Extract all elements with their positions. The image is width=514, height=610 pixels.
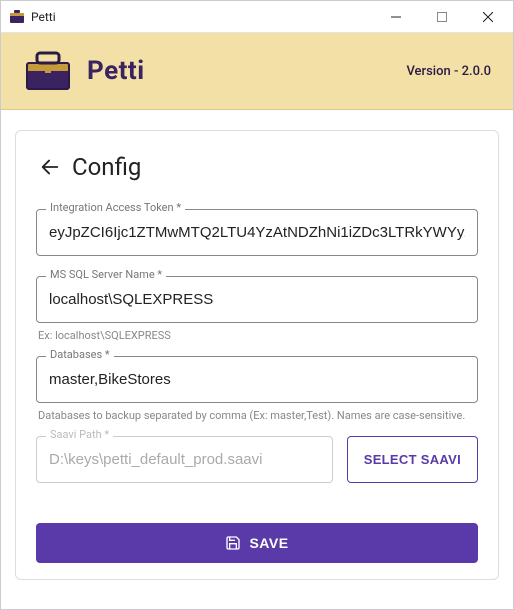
page-title: Config [72,153,141,181]
app-name: Petti [87,56,406,86]
config-panel: Config Integration Access Token * MS SQL… [15,130,499,580]
server-label: MS SQL Server Name * [46,268,166,281]
token-label: Integration Access Token * [46,201,185,214]
page-head: Config [36,153,478,181]
window-controls [373,2,511,32]
titlebar: Petti [1,1,513,33]
back-button[interactable] [36,153,64,181]
databases-field: Databases * [36,356,478,403]
app-icon [9,9,25,25]
saavi-input [36,436,333,483]
server-input[interactable] [36,276,478,323]
save-label: SAVE [249,535,288,551]
select-saavi-button[interactable]: SELECT SAAVI [347,436,478,483]
server-helper: Ex: localhost\SQLEXPRESS [38,329,476,342]
logo-icon [23,51,73,91]
databases-helper: Databases to backup separated by comma (… [38,409,476,422]
token-field: Integration Access Token * [36,209,478,256]
save-icon [225,535,241,551]
databases-input[interactable] [36,356,478,403]
token-input[interactable] [36,209,478,256]
minimize-button[interactable] [373,2,419,32]
server-field: MS SQL Server Name * [36,276,478,323]
save-button[interactable]: SAVE [36,523,478,563]
app-window: Petti Petti Version - 2.0.0 [0,0,514,610]
content-area: Config Integration Access Token * MS SQL… [1,110,513,609]
arrow-left-icon [39,156,61,178]
saavi-field: Saavi Path * [36,436,333,483]
app-header: Petti Version - 2.0.0 [1,33,513,110]
databases-label: Databases * [46,348,114,361]
maximize-button[interactable] [419,2,465,32]
saavi-label: Saavi Path * [46,428,113,441]
close-button[interactable] [465,2,511,32]
window-title: Petti [31,10,373,24]
saavi-row: Saavi Path * SELECT SAAVI [36,436,478,483]
version-text: Version - 2.0.0 [406,64,491,79]
